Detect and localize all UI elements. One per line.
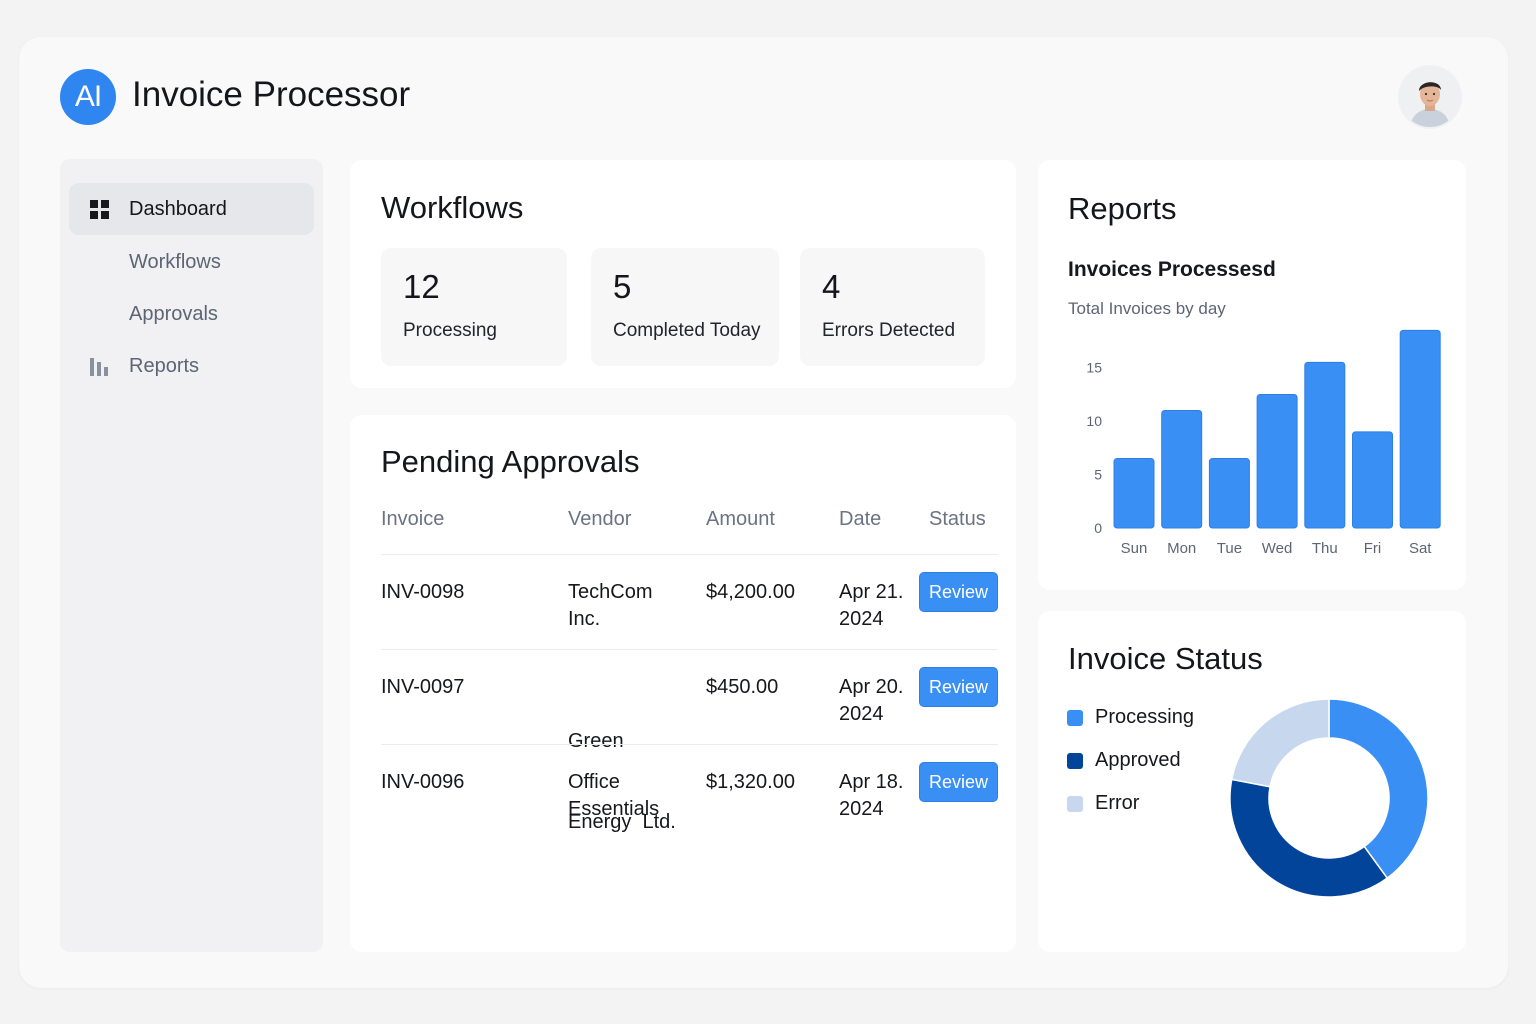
stat-completed-today: 5 Completed Today (591, 248, 779, 366)
vendor-line: Essentials (568, 798, 660, 820)
reports-title: Reports (1068, 191, 1177, 226)
y-tick-label: 15 (1086, 360, 1102, 376)
column-header-amount: Amount (706, 508, 775, 530)
sidebar-item-label: Dashboard (129, 197, 227, 220)
x-tick-label: Wed (1262, 540, 1293, 557)
date-line: Apr 20. (839, 676, 904, 698)
legend-item-error: Error (1067, 792, 1139, 815)
date-line: 2024 (839, 608, 884, 630)
sidebar-item-dashboard[interactable]: Dashboard (69, 183, 314, 235)
sidebar-item-label: Reports (129, 354, 200, 377)
donut-slice-error[interactable] (1230, 698, 1330, 788)
amount-cell: $1,320.00 (706, 771, 795, 793)
bar-mon[interactable] (1161, 409, 1203, 529)
review-button[interactable]: Review (919, 762, 998, 802)
bar-fri[interactable] (1352, 431, 1393, 529)
stat-processing: 12 Processing (381, 248, 567, 366)
sidebar-item-label: Workflows (129, 250, 221, 273)
invoice-id: INV-0097 (381, 676, 465, 698)
x-tick-label: Sat (1409, 540, 1432, 557)
user-avatar[interactable] (1398, 65, 1462, 129)
y-tick-label: 0 (1094, 520, 1102, 536)
review-button[interactable]: Review (919, 572, 998, 612)
date-line: Apr 21. (839, 581, 904, 603)
date-line: Apr 18. (839, 771, 904, 793)
invoice-status-donut-chart (1229, 698, 1429, 898)
donut-slice-processing[interactable] (1328, 698, 1429, 880)
workflows-title: Workflows (381, 190, 524, 225)
sidebar-item-label: Approvals (129, 302, 218, 325)
pending-approvals-title: Pending Approvals (381, 444, 640, 479)
bar-sun[interactable] (1113, 458, 1155, 529)
date-cell: Apr 20. 2024 (839, 674, 903, 728)
sidebar-item-reports[interactable]: Reports (69, 340, 314, 392)
legend-label: Approved (1095, 749, 1181, 771)
vendor-line: TechCom (568, 581, 653, 603)
date-line: 2024 (839, 798, 884, 820)
amount-cell: $4,200.00 (706, 581, 795, 603)
legend-item-approved: Approved (1067, 749, 1181, 772)
y-tick-label: 10 (1086, 413, 1102, 429)
invoices-bar-chart: 0 5 10 15 Sun Mon Tue Wed Thu Fri Sat (1086, 329, 1441, 557)
column-header-date: Date (839, 508, 882, 530)
date-line: 2024 (839, 703, 884, 725)
invoice-status-title: Invoice Status (1068, 641, 1263, 676)
reports-card: Reports Invoices Processesd Total Invoic… (1038, 160, 1466, 590)
legend-item-processing: Processing (1067, 706, 1194, 729)
sidebar-item-approvals[interactable]: Approvals (69, 288, 314, 340)
bar-wed[interactable] (1256, 393, 1298, 529)
x-tick-label: Mon (1167, 540, 1196, 557)
x-tick-label: Thu (1312, 540, 1338, 557)
app-logo: AI (60, 69, 116, 125)
vendor-line: Inc. (568, 608, 601, 630)
x-tick-label: Sun (1121, 540, 1148, 557)
invoice-id: INV-0098 (381, 581, 465, 603)
table-row: INV-0098 TechCom Inc. $4,200.00 Apr 21. … (381, 554, 998, 649)
stat-label: Completed Today (613, 320, 761, 341)
bar-thu[interactable] (1304, 361, 1346, 529)
legend-label: Error (1095, 792, 1140, 814)
sidebar: Dashboard Workflows Approvals Reports (60, 159, 323, 952)
user-avatar-icon (1400, 67, 1460, 127)
legend-label: Processing (1095, 706, 1194, 728)
x-tick-label: Tue (1217, 540, 1242, 557)
stat-value: 12 (403, 268, 440, 305)
column-header-vendor: Vendor (568, 508, 632, 530)
app-title: Invoice Processor (132, 75, 411, 114)
pending-approvals-card: Pending Approvals Invoice Vendor Amount … (350, 415, 1016, 952)
column-header-status: Status (929, 508, 986, 530)
stat-value: 5 (613, 268, 632, 305)
table-row: INV-0097 Green Energy Ltd. $450.00 Apr 2… (381, 649, 998, 833)
vendor-cell: Office Essentials (568, 769, 659, 823)
legend-swatch (1067, 752, 1083, 769)
bar-tue[interactable] (1208, 458, 1250, 529)
x-tick-label: Fri (1364, 540, 1382, 557)
invoice-id: INV-0096 (381, 771, 465, 793)
review-button[interactable]: Review (919, 667, 998, 707)
stat-label: Errors Detected (822, 320, 956, 341)
stat-label: Processing (403, 320, 497, 341)
date-cell: Apr 21. 2024 (839, 579, 903, 633)
workflows-card: Workflows 12 Processing 5 Completed Toda… (350, 160, 1016, 388)
grid-icon (69, 199, 129, 219)
y-tick-label: 5 (1094, 467, 1102, 483)
bar-sat[interactable] (1399, 329, 1441, 529)
legend-swatch (1067, 795, 1083, 812)
date-cell: Apr 18. 2024 (839, 769, 903, 823)
vendor-cell: TechCom Inc. (568, 579, 652, 633)
stat-value: 4 (822, 268, 841, 305)
column-header-invoice: Invoice (381, 508, 445, 530)
app-window: AI Invoice Processor Dashboard Workflows… (19, 37, 1508, 988)
vendor-line: Office (568, 771, 620, 793)
amount-cell: $450.00 (706, 676, 779, 698)
chart-title: Invoices Processesd (1068, 258, 1276, 281)
legend-swatch (1067, 709, 1083, 726)
stat-errors-detected: 4 Errors Detected (800, 248, 985, 366)
invoice-status-card: Invoice Status Processing Approved Error (1038, 611, 1466, 952)
donut-slice-approved[interactable] (1229, 778, 1389, 898)
bar-chart-icon (69, 356, 129, 376)
table-row: INV-0096 Office Essentials $1,320.00 Apr… (381, 744, 998, 839)
sidebar-item-workflows[interactable]: Workflows (69, 236, 314, 288)
logo-text: AI (74, 80, 102, 113)
